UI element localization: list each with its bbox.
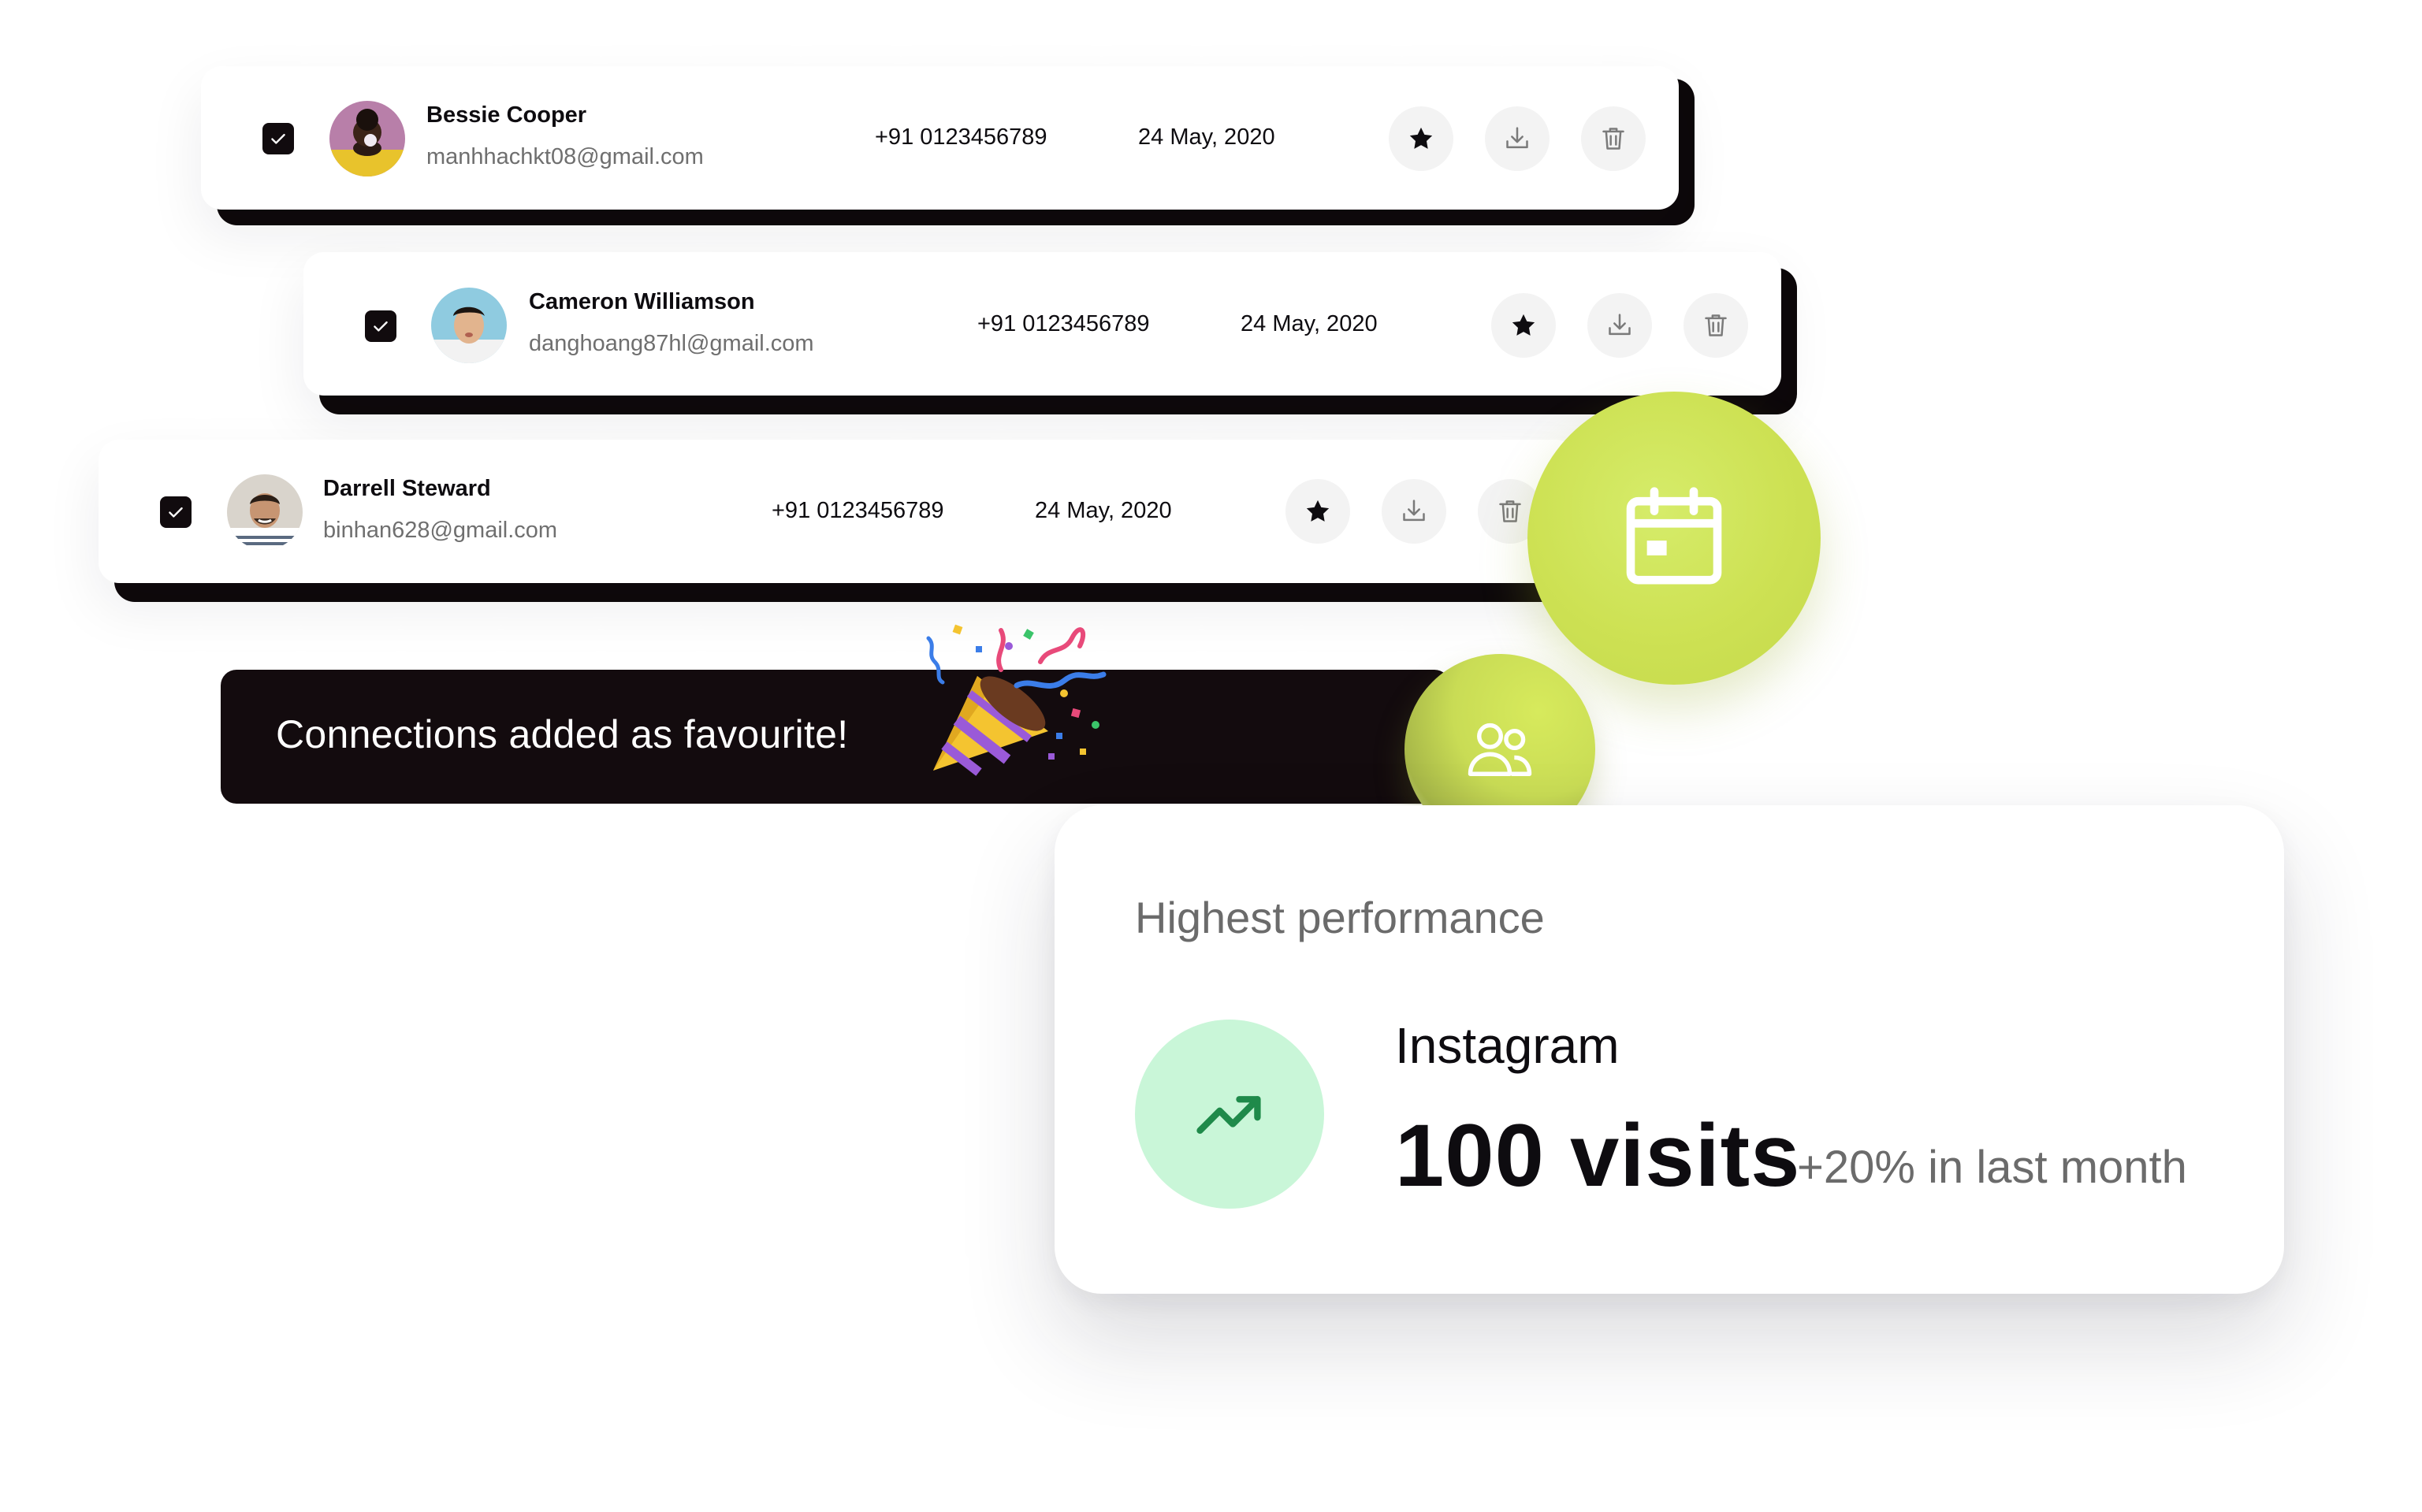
card-title: Highest performance [1135,893,1545,942]
contact-date: 24 May, 2020 [1035,498,1172,523]
row-checkbox[interactable] [160,496,192,528]
contact-phone: +91 0123456789 [772,498,944,523]
download-icon [1506,127,1528,149]
contact-name: Darrell Steward [323,476,491,501]
favourite-button[interactable] [1491,293,1556,358]
download-button[interactable] [1485,106,1550,171]
contact-date: 24 May, 2020 [1241,311,1378,336]
row-checkbox[interactable] [262,123,294,154]
trash-icon [1499,500,1521,522]
favourite-button[interactable] [1285,479,1350,544]
favourite-button[interactable] [1389,106,1453,171]
contact-email: binhan628@gmail.com [323,518,558,543]
party-popper-icon [926,624,1107,776]
row-checkbox[interactable] [365,310,396,342]
delete-button[interactable] [1581,106,1646,171]
contact-email: danghoang87hl@gmail.com [529,331,814,356]
download-icon [1403,500,1425,522]
trash-icon [1602,128,1624,150]
star-icon [1409,127,1433,149]
platform-name: Instagram [1395,1017,1620,1074]
download-icon [1609,314,1631,336]
download-button[interactable] [1382,479,1446,544]
star-icon [1512,314,1535,336]
contact-phone: +91 0123456789 [977,311,1150,336]
contact-phone: +91 0123456789 [875,124,1047,150]
users-icon [1468,723,1532,776]
toast-message: Connections added as favourite! [276,712,849,756]
trending-up-icon [1196,1096,1261,1134]
visit-count: 100 visits [1395,1106,1801,1205]
delete-button[interactable] [1683,293,1748,358]
avatar [431,288,507,363]
visit-change: +20% in last month [1797,1142,2187,1193]
download-button[interactable] [1587,293,1652,358]
avatar [227,474,303,550]
contact-name: Cameron Williamson [529,289,755,314]
calendar-icon [1626,487,1722,585]
contact-date: 24 May, 2020 [1138,124,1275,150]
contact-name: Bessie Cooper [426,102,587,128]
avatar [329,101,405,176]
trend-badge [1135,1020,1324,1209]
contact-email: manhhachkt08@gmail.com [426,144,704,169]
trash-icon [1705,314,1727,336]
calendar-badge [1527,392,1821,685]
star-icon [1306,500,1330,522]
